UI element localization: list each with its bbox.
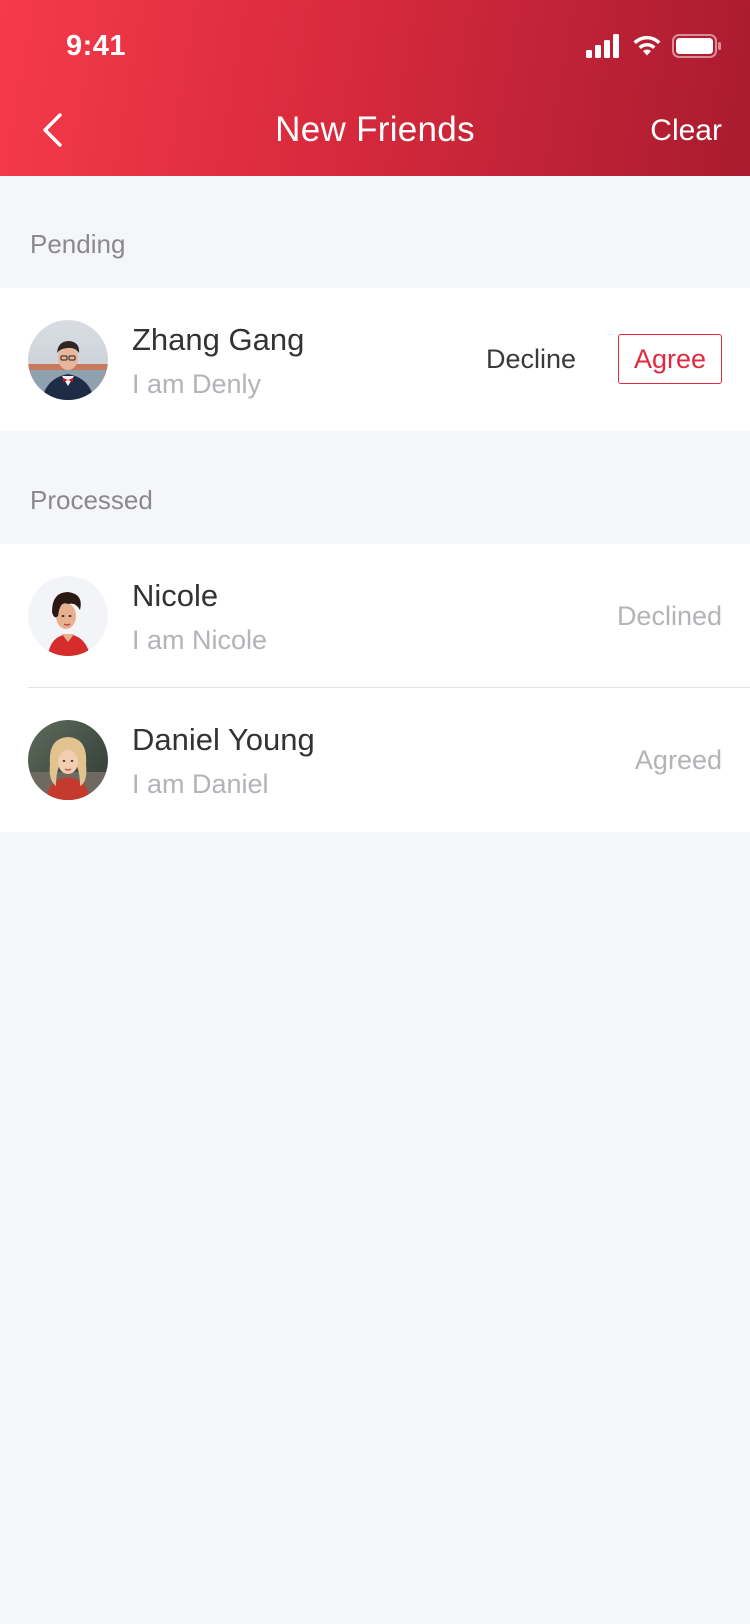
friend-message: I am Nicole [132,625,268,655]
avatar [28,576,108,656]
signal-icon [586,34,622,58]
status-icons [586,33,722,59]
avatar [28,320,108,400]
request-status: Agreed [634,745,722,775]
processed-list: Nicole I am Nicole Declined Daniel Young… [0,544,750,832]
section-label-pending: Pending [30,229,126,259]
friend-name: Nicole [132,578,219,613]
friend-message: I am Denly [132,369,262,399]
clear-button[interactable]: Clear [650,114,722,148]
section-label-processed: Processed [30,485,153,515]
battery-icon [672,34,722,58]
list-item[interactable]: Nicole I am Nicole Declined [0,544,750,687]
friend-name: Daniel Young [132,722,315,757]
page-title: New Friends [275,110,475,149]
status-time: 9:41 [66,30,127,62]
friend-message: I am Daniel [132,769,269,799]
agree-button[interactable]: Agree [618,334,722,384]
decline-button[interactable]: Decline [486,344,576,375]
pending-list: Zhang Gang I am Denly Decline Agree [0,288,750,431]
request-status: Declined [616,601,722,631]
avatar [28,720,108,800]
wifi-icon [632,34,662,58]
friend-name: Zhang Gang [132,322,305,357]
list-item[interactable]: Zhang Gang I am Denly Decline Agree [0,288,750,431]
list-item[interactable]: Daniel Young I am Daniel Agreed [0,688,750,831]
app-header: 9:41 New Friends Clear [0,0,750,176]
